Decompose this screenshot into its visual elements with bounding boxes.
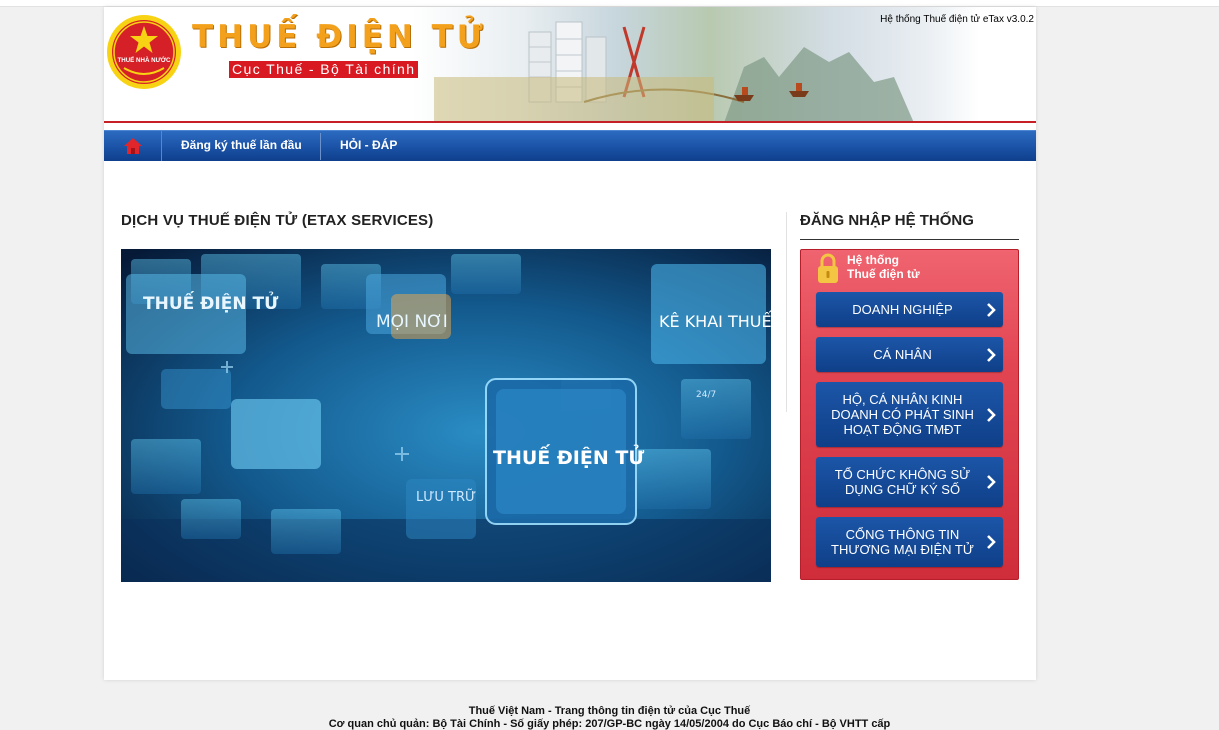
nav-divider: [320, 133, 321, 160]
svg-text:THUẾ NHÀ NƯỚC: THUẾ NHÀ NƯỚC: [117, 56, 171, 64]
nav-home-button[interactable]: [104, 131, 162, 161]
banner-text-4: THUẾ ĐIỆN TỬ: [493, 443, 644, 469]
login-title-underline: [800, 239, 1019, 240]
chevron-right-icon: [987, 535, 996, 549]
version-label: Hệ thống Thuế điện tử eTax v3.0.2: [880, 14, 1034, 25]
header-divider: [104, 121, 1036, 123]
panel-heading: Hệ thống Thuế điện tử: [847, 253, 920, 281]
home-icon: [124, 138, 142, 154]
emblem-logo: THUẾ NHÀ NƯỚC: [107, 15, 181, 89]
column-divider: [786, 212, 787, 412]
login-button-label: DOANH NGHIỆP: [852, 302, 953, 317]
site-subtitle: Cục Thuế - Bộ Tài chính: [228, 60, 420, 79]
section-title: DỊCH VỤ THUẾ ĐIỆN TỬ (ETAX SERVICES): [121, 212, 434, 229]
panel-heading-line1: Hệ thống: [847, 253, 899, 267]
login-button-label: TỔ CHỨC KHÔNG SỬ DỤNG CHỮ KÝ SỐ: [834, 467, 971, 497]
panel-heading-line2: Thuế điện tử: [847, 267, 920, 281]
etax-banner-image: THUẾ ĐIỆN TỬ MỌI NƠI KÊ KHAI THUẾ THUẾ Đ…: [121, 249, 771, 582]
login-button-label: CỔNG THÔNG TIN THƯƠNG MẠI ĐIỆN TỬ: [831, 527, 974, 557]
banner-text-5: LƯU TRỮ: [416, 489, 476, 505]
login-button-label: HỘ, CÁ NHÂN KINH DOANH CÓ PHÁT SINH HOẠT…: [831, 392, 974, 437]
site-title: THUẾ ĐIỆN TỬ: [192, 19, 487, 55]
chevron-right-icon: [987, 347, 996, 362]
login-button-label: CÁ NHÂN: [873, 347, 932, 362]
banner-text-6: 24/7: [696, 390, 716, 400]
lock-icon: [818, 253, 838, 283]
banner-text-2: MỌI NƠI: [376, 312, 448, 332]
login-button-household-ecommerce[interactable]: HỘ, CÁ NHÂN KINH DOANH CÓ PHÁT SINH HOẠT…: [816, 382, 1003, 447]
banner-text-3: KÊ KHAI THUẾ: [659, 310, 771, 331]
page-container: THUẾ NHÀ NƯỚC THUẾ ĐIỆN TỬ Cục Thuế - Bộ…: [104, 7, 1036, 680]
login-panel: Hệ thống Thuế điện tử DOANH NGHIỆP CÁ NH…: [800, 249, 1019, 580]
login-title: ĐĂNG NHẬP HỆ THỐNG: [800, 212, 974, 229]
footer-line-2: Cơ quan chủ quản: Bộ Tài Chính - Số giấy…: [328, 718, 891, 730]
main-nav: Đăng ký thuế lần đầu HỎI - ĐÁP: [104, 130, 1036, 161]
chevron-right-icon: [987, 407, 996, 422]
banner-text-1: THUẾ ĐIỆN TỬ: [143, 290, 279, 314]
site-header: THUẾ NHÀ NƯỚC THUẾ ĐIỆN TỬ Cục Thuế - Bộ…: [104, 7, 1036, 123]
footer-line-1: Thuế Việt Nam - Trang thông tin điện tử …: [468, 705, 751, 717]
chevron-right-icon: [987, 302, 996, 317]
nav-item-faq[interactable]: HỎI - ĐÁP: [340, 131, 397, 161]
top-strip: [0, 0, 1219, 7]
nav-item-register[interactable]: Đăng ký thuế lần đầu: [181, 131, 302, 161]
login-button-business[interactable]: DOANH NGHIỆP: [816, 292, 1003, 327]
chevron-right-icon: [987, 475, 996, 489]
login-button-ecommerce-portal[interactable]: CỔNG THÔNG TIN THƯƠNG MẠI ĐIỆN TỬ: [816, 517, 1003, 567]
login-button-individual[interactable]: CÁ NHÂN: [816, 337, 1003, 372]
login-button-org-no-signature[interactable]: TỔ CHỨC KHÔNG SỬ DỤNG CHỮ KÝ SỐ: [816, 457, 1003, 507]
